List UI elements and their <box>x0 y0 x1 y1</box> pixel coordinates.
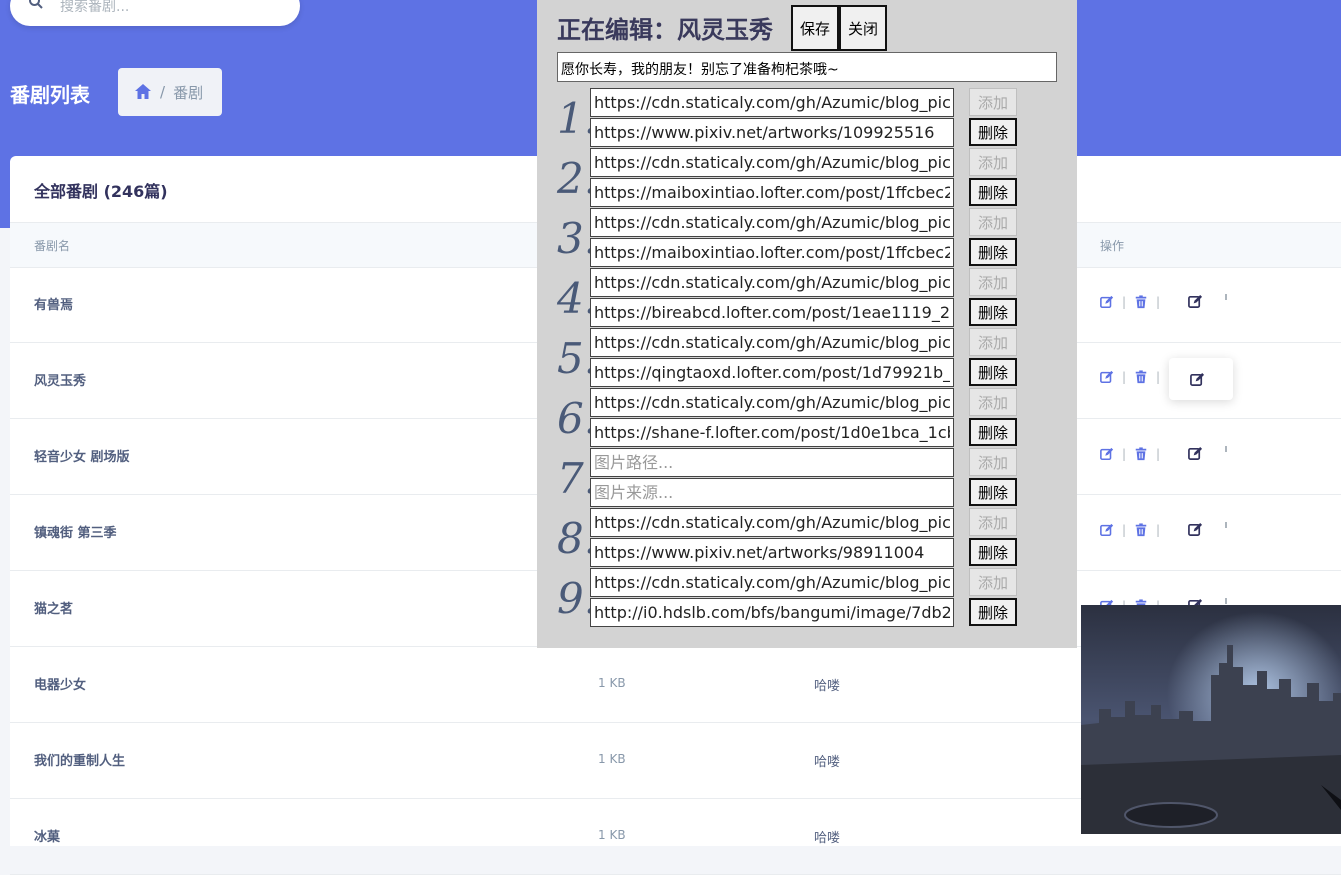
image-path-input[interactable] <box>590 568 954 597</box>
add-button[interactable]: 添加 <box>969 88 1017 116</box>
edit-detail-icon[interactable] <box>1188 446 1203 461</box>
edit-icon[interactable] <box>1100 295 1114 309</box>
add-button[interactable]: 添加 <box>969 568 1017 596</box>
anime-name: 我们的重制人生 <box>34 754 126 769</box>
trash-icon[interactable] <box>1134 446 1148 461</box>
add-button[interactable]: 添加 <box>969 508 1017 536</box>
add-button[interactable]: 添加 <box>969 388 1017 416</box>
image-path-input[interactable] <box>590 88 954 117</box>
image-path-input[interactable] <box>590 328 954 357</box>
description-field[interactable]: 愿你长寿，我的朋友！别忘了准备枸杞茶哦~ <box>557 52 1057 82</box>
row-actions: | | <box>1100 293 1228 309</box>
add-button[interactable]: 添加 <box>969 208 1017 236</box>
row-actions: | | <box>1100 445 1228 461</box>
delete-button[interactable]: 删除 <box>969 298 1017 326</box>
action-separator: | <box>1156 446 1161 461</box>
edit-detail-icon[interactable] <box>1188 294 1203 309</box>
delete-button[interactable]: 删除 <box>969 178 1017 206</box>
breadcrumb: / 番剧 <box>118 68 222 116</box>
action-separator: | <box>1156 294 1161 309</box>
file-size: 1 KB <box>598 676 626 690</box>
search-input[interactable]: 搜索番剧... <box>60 0 129 16</box>
file-size: 1 KB <box>598 752 626 766</box>
add-button[interactable]: 添加 <box>969 268 1017 296</box>
anime-name: 镇魂街 第三季 <box>34 526 117 541</box>
table-title: 全部番剧 (246篇) <box>34 182 168 201</box>
overflow-mark <box>1225 597 1228 604</box>
author: 哈喽 <box>814 831 841 846</box>
save-button[interactable]: 保存 <box>791 5 839 51</box>
image-path-input[interactable] <box>590 208 954 237</box>
anime-name: 冰菓 <box>34 830 61 845</box>
image-source-input[interactable] <box>590 478 954 507</box>
close-button[interactable]: 关闭 <box>839 5 887 51</box>
action-separator: | <box>1156 370 1161 384</box>
anime-name: 有兽焉 <box>34 298 74 313</box>
edit-panel: 正在编辑：风灵玉秀 保存 关闭 愿你长寿，我的朋友！别忘了准备枸杞茶哦~ 1. … <box>537 0 1077 648</box>
delete-button[interactable]: 删除 <box>969 478 1017 506</box>
delete-button[interactable]: 删除 <box>969 358 1017 386</box>
image-source-input[interactable] <box>590 418 954 447</box>
overflow-mark <box>1225 293 1228 300</box>
overflow-mark <box>1225 445 1228 452</box>
add-button[interactable]: 添加 <box>969 328 1017 356</box>
column-actions-header: 操作 <box>1100 239 1125 253</box>
author: 哈喽 <box>814 679 841 694</box>
image-source-input[interactable] <box>590 598 954 627</box>
delete-button[interactable]: 删除 <box>969 538 1017 566</box>
delete-button[interactable]: 删除 <box>969 598 1017 626</box>
image-source-input[interactable] <box>590 538 954 567</box>
edit-icon[interactable] <box>1100 370 1114 384</box>
home-icon[interactable] <box>134 83 152 101</box>
anime-name: 风灵玉秀 <box>34 374 87 389</box>
image-path-input[interactable] <box>590 148 954 177</box>
add-button[interactable]: 添加 <box>969 148 1017 176</box>
breadcrumb-separator: / <box>160 83 166 101</box>
image-path-input[interactable] <box>590 268 954 297</box>
image-source-input[interactable] <box>590 118 954 147</box>
search-box[interactable]: 搜索番剧... <box>10 0 300 26</box>
image-path-input[interactable] <box>590 508 954 537</box>
anime-name: 轻音少女 剧场版 <box>34 450 130 465</box>
column-name-header: 番剧名 <box>34 239 71 253</box>
image-preview <box>1081 605 1341 834</box>
delete-button[interactable]: 删除 <box>969 418 1017 446</box>
action-separator: | <box>1122 522 1127 537</box>
add-button[interactable]: 添加 <box>969 448 1017 476</box>
action-separator: | <box>1156 522 1161 537</box>
page-title: 番剧列表 <box>10 83 90 107</box>
edit-popover[interactable] <box>1169 358 1233 400</box>
delete-button[interactable]: 删除 <box>969 238 1017 266</box>
trash-icon[interactable] <box>1134 294 1148 309</box>
image-path-input[interactable] <box>590 388 954 417</box>
file-size: 1 KB <box>598 828 626 842</box>
action-separator: | <box>1122 294 1127 309</box>
search-icon <box>29 0 43 9</box>
image-source-input[interactable] <box>590 298 954 327</box>
image-source-input[interactable] <box>590 238 954 267</box>
edit-detail-icon[interactable] <box>1188 522 1203 537</box>
overflow-mark <box>1225 521 1228 528</box>
trash-icon[interactable] <box>1134 370 1148 384</box>
image-path-input[interactable] <box>590 448 954 477</box>
delete-button[interactable]: 删除 <box>969 118 1017 146</box>
edit-icon[interactable] <box>1100 447 1114 461</box>
row-actions: | | <box>1100 370 1168 384</box>
edit-icon[interactable] <box>1100 523 1114 537</box>
anime-name: 电器少女 <box>34 678 87 693</box>
breadcrumb-current: 番剧 <box>173 83 204 102</box>
image-source-input[interactable] <box>590 178 954 207</box>
image-source-input[interactable] <box>590 358 954 387</box>
edit-icon[interactable] <box>1190 372 1205 387</box>
anime-name: 猫之茗 <box>34 602 74 617</box>
row-actions: | | <box>1100 521 1228 537</box>
action-separator: | <box>1122 446 1127 461</box>
trash-icon[interactable] <box>1134 522 1148 537</box>
action-separator: | <box>1122 370 1127 384</box>
edit-title: 正在编辑：风灵玉秀 <box>557 16 773 44</box>
author: 哈喽 <box>814 755 841 770</box>
